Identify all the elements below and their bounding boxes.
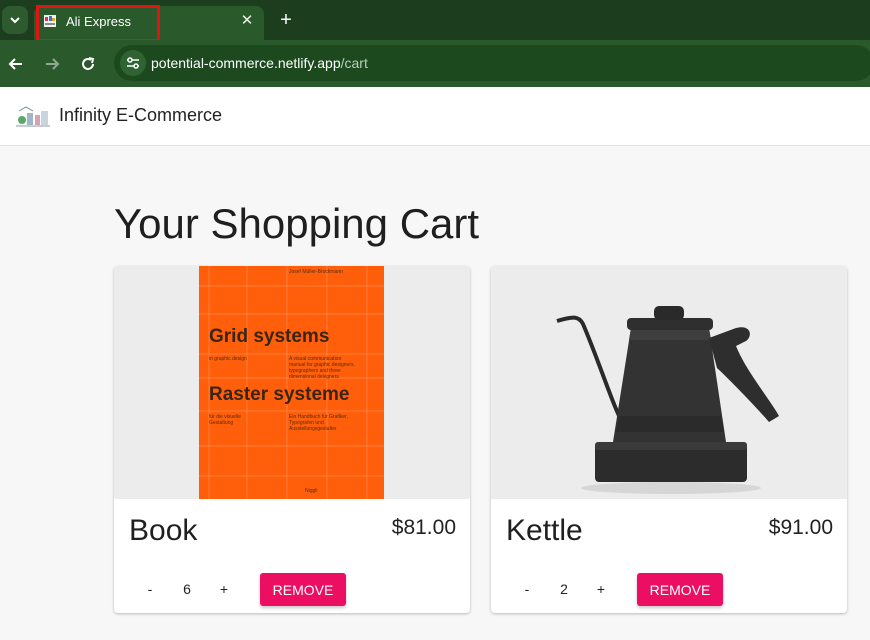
book-cover-image: Josef Müller-Brockmann Grid systems in g… [199,266,384,499]
url-host: potential-commerce.netlify.app [151,55,341,71]
increase-quantity-button[interactable]: + [212,578,236,600]
browser-tab-bar: Ali Express ✕ + [0,0,870,42]
brand-name[interactable]: Infinity E-Commerce [59,105,222,126]
grid-pattern [199,266,384,499]
page-title: Your Shopping Cart [114,200,480,247]
browser-tab[interactable]: Ali Express ✕ [34,6,264,40]
product-image [491,266,847,499]
increase-quantity-button[interactable]: + [589,578,613,600]
book-title-de: Raster systeme [209,384,350,405]
shop-logo-icon[interactable] [16,105,50,129]
browser-toolbar: potential-commerce.netlify.app/cart [0,40,870,87]
site-info-icon [127,57,139,69]
back-icon [8,58,22,70]
tab-title: Ali Express [66,14,132,29]
product-name: Book [129,514,198,547]
remove-button[interactable]: REMOVE [637,573,723,606]
decrease-quantity-button[interactable]: - [515,578,539,600]
app-header: Infinity E-Commerce [0,87,870,146]
product-image: Josef Müller-Brockmann Grid systems in g… [114,266,470,499]
quantity-value: 2 [560,581,568,597]
quantity-value: 6 [183,581,191,597]
url-text[interactable]: potential-commerce.netlify.app/cart [151,55,368,71]
kettle-image [491,266,847,499]
book-author: Josef Müller-Brockmann [289,269,343,275]
book-subtitle-de: für die visuelle Gestaltung [209,414,241,426]
forward-icon [46,58,60,70]
plus-icon[interactable]: + [276,10,296,30]
site-info-button[interactable] [120,50,146,76]
remove-button[interactable]: REMOVE [260,573,346,606]
forward-button[interactable] [40,52,64,76]
cart-item-card: Kettle $91.00 - 2 + REMOVE [491,266,847,613]
book-desc-de: Ein Handbuch für Grafiker, Typografen un… [289,414,348,432]
favicon-icon [44,15,56,27]
product-price: $91.00 [768,516,833,539]
book-title-en: Grid systems [209,326,330,347]
reload-button[interactable] [76,52,100,76]
url-path: /cart [340,55,368,71]
address-bar[interactable]: potential-commerce.netlify.app/cart [114,45,870,81]
product-name: Kettle [506,514,583,547]
decrease-quantity-button[interactable]: - [138,578,162,600]
book-publisher: Niggli [305,488,318,494]
chevron-down-icon [10,17,20,24]
cart-item-card: Josef Müller-Brockmann Grid systems in g… [114,266,470,613]
close-icon[interactable]: ✕ [238,11,256,29]
tab-search-button[interactable] [2,6,28,34]
back-button[interactable] [4,52,28,76]
book-subtitle-en: in graphic design [209,356,247,362]
book-desc-en: A visual communication manual for graphi… [289,356,355,380]
product-price: $81.00 [391,516,456,539]
reload-icon [82,57,95,70]
